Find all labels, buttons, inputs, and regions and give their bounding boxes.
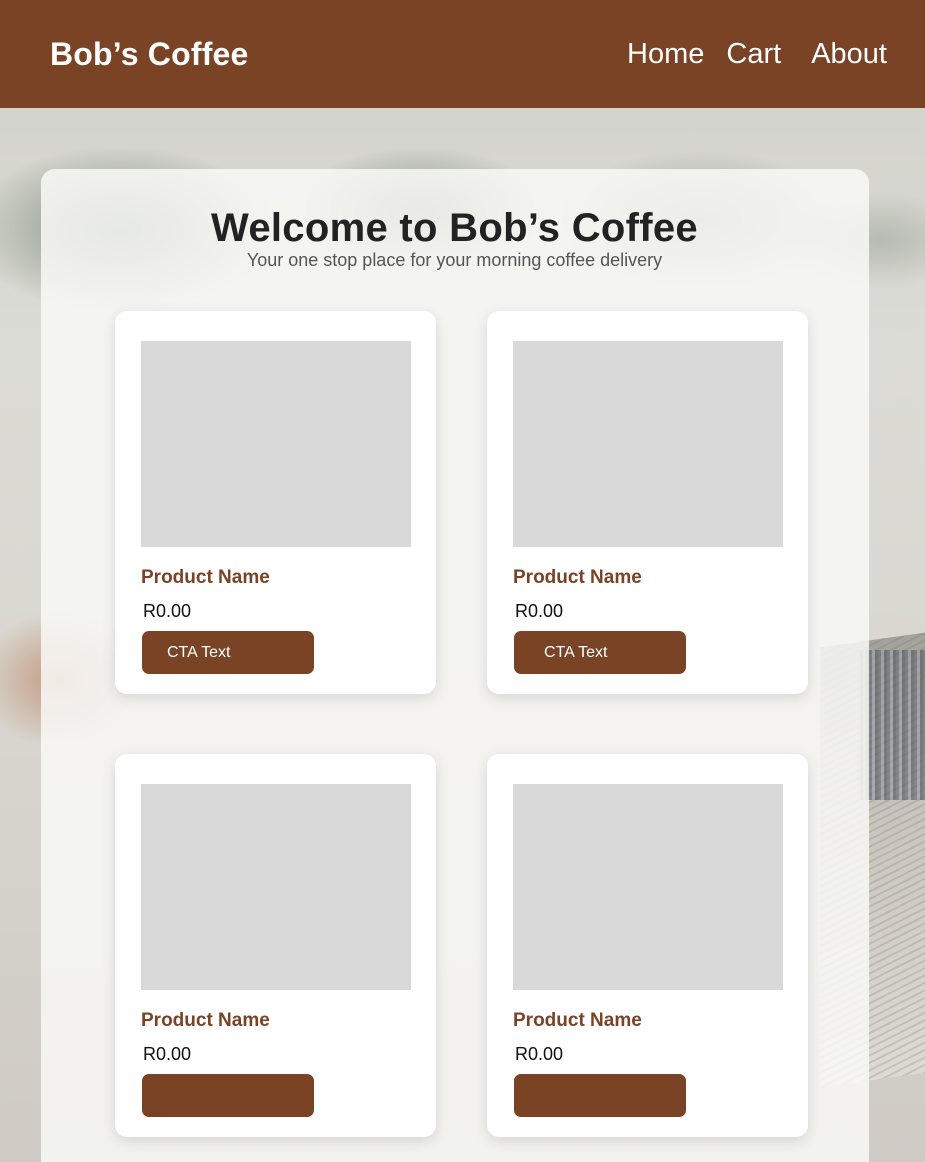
product-price: R0.00 xyxy=(515,1044,564,1064)
product-card: Product Name R0.00 xyxy=(115,754,436,1137)
nav-about-link[interactable]: About xyxy=(811,38,887,71)
product-cta-button[interactable]: CTA Text xyxy=(514,631,686,674)
page-subtitle: Your one stop place for your morning cof… xyxy=(246,250,663,270)
product-name: Product Name xyxy=(513,567,642,588)
product-image-placeholder xyxy=(141,784,411,990)
product-image-placeholder xyxy=(513,784,783,990)
product-cta-button[interactable] xyxy=(514,1074,686,1117)
product-cta-button[interactable] xyxy=(142,1074,314,1117)
background-magazine xyxy=(860,650,925,800)
product-name: Product Name xyxy=(141,1010,270,1031)
product-price: R0.00 xyxy=(143,1044,192,1064)
product-price: R0.00 xyxy=(143,601,192,621)
product-price: R0.00 xyxy=(515,601,564,621)
main-nav: Home Cart About xyxy=(627,38,887,71)
product-image-placeholder xyxy=(141,341,411,547)
brand-logo[interactable]: Bob’s Coffee xyxy=(50,36,249,73)
nav-home-link[interactable]: Home xyxy=(627,38,704,71)
product-name: Product Name xyxy=(513,1010,642,1031)
product-name: Product Name xyxy=(141,567,270,588)
page-title: Welcome to Bob’s Coffee xyxy=(211,206,698,250)
product-card: Product Name R0.00 xyxy=(487,754,808,1137)
product-image-placeholder xyxy=(513,341,783,547)
nav-cart-link[interactable]: Cart xyxy=(726,38,781,71)
product-card: Product Name R0.00 CTA Text xyxy=(487,311,808,694)
site-header: Bob’s Coffee Home Cart About xyxy=(0,0,925,108)
product-card: Product Name R0.00 CTA Text xyxy=(115,311,436,694)
product-cta-button[interactable]: CTA Text xyxy=(142,631,314,674)
